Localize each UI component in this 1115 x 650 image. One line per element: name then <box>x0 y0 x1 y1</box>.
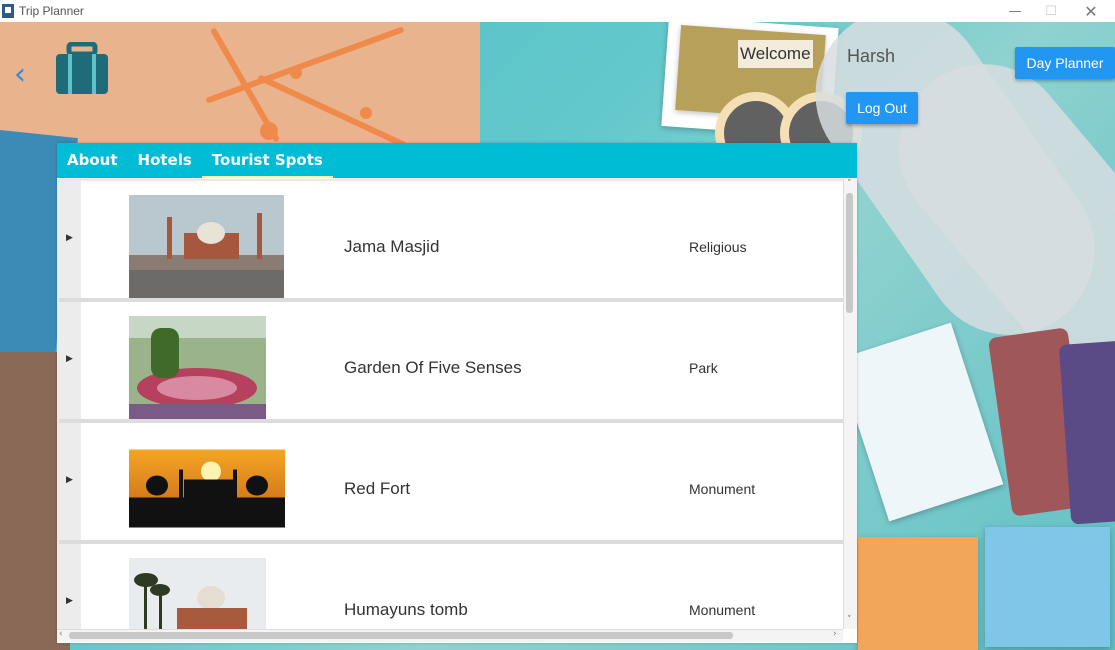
tab-hotels[interactable]: Hotels <box>128 143 202 178</box>
list-item[interactable]: ▶ Humayuns tomb Monument <box>59 544 843 629</box>
list-item[interactable]: ▶ Jama Masjid Religious <box>59 181 843 302</box>
spot-category: Park <box>689 360 718 376</box>
logout-button[interactable]: Log Out <box>846 92 918 124</box>
spot-category: Religious <box>689 239 747 255</box>
horizontal-scroll-thumb[interactable] <box>69 632 733 639</box>
spot-name: Garden Of Five Senses <box>344 358 522 377</box>
spot-name: Jama Masjid <box>344 237 440 256</box>
garden-of-five-senses-image <box>129 316 266 419</box>
list-item[interactable]: ▶ Red Fort Monument <box>59 423 843 544</box>
scroll-up-icon[interactable]: ˄ <box>847 179 852 189</box>
horizontal-scrollbar[interactable]: ‹ › <box>57 629 843 642</box>
spot-name: Red Fort <box>344 479 411 498</box>
tab-tourist-spots[interactable]: Tourist Spots <box>201 143 333 178</box>
expand-arrow-icon[interactable]: ▶ <box>66 596 73 606</box>
window-title: Trip Planner <box>19 4 84 18</box>
scroll-right-icon[interactable]: › <box>833 629 837 639</box>
expand-arrow-icon[interactable]: ▶ <box>66 475 73 485</box>
expand-arrow-icon[interactable]: ▶ <box>66 233 73 243</box>
close-button[interactable]: ✕ <box>1068 0 1114 22</box>
window-title-bar: Trip Planner — ☐ ✕ <box>0 0 1115 22</box>
spot-category: Monument <box>689 602 756 618</box>
app-icon <box>2 4 14 18</box>
scroll-down-icon[interactable]: ˅ <box>847 615 852 625</box>
tourist-spot-list: ▶ Jama Masjid Religious ▶ Garden Of Five… <box>57 179 857 629</box>
spot-category: Monument <box>689 481 756 497</box>
username-label: Harsh <box>847 46 896 66</box>
welcome-label: Welcome <box>738 40 813 68</box>
red-fort-image <box>129 449 285 528</box>
day-planner-button[interactable]: Day Planner <box>1015 47 1115 79</box>
spot-name: Humayuns tomb <box>344 600 468 619</box>
suitcase-icon <box>56 42 108 94</box>
vertical-scrollbar[interactable]: ˄ ˅ <box>843 179 857 629</box>
tab-bar: About Hotels Tourist Spots <box>57 143 857 178</box>
humayuns-tomb-image <box>129 558 266 629</box>
vertical-scroll-thumb[interactable] <box>846 193 853 313</box>
back-icon[interactable]: ‹ <box>14 60 38 90</box>
scroll-left-icon[interactable]: ‹ <box>59 629 63 639</box>
tourist-panel: About Hotels Tourist Spots ▶ Jama Masjid… <box>57 143 857 643</box>
tab-about[interactable]: About <box>57 143 128 178</box>
expand-arrow-icon[interactable]: ▶ <box>66 354 73 364</box>
jama-masjid-image <box>129 195 284 298</box>
list-item[interactable]: ▶ Garden Of Five Senses Park <box>59 302 843 423</box>
